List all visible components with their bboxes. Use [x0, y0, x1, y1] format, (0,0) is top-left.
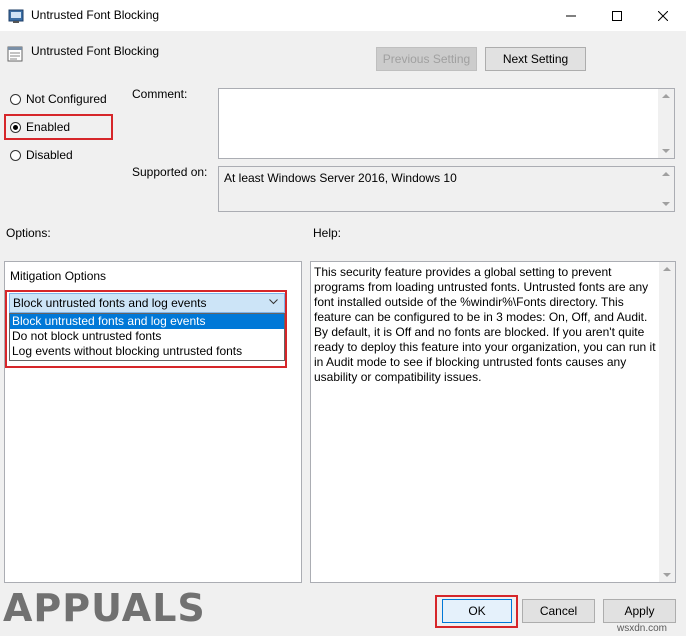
cancel-button[interactable]: Cancel	[522, 599, 595, 623]
previous-setting-button[interactable]: Previous Setting	[376, 47, 477, 71]
help-text: This security feature provides a global …	[314, 265, 656, 384]
site-watermark: wsxdn.com	[617, 623, 668, 634]
scroll-down-icon[interactable]	[662, 202, 670, 206]
comment-label: Comment:	[132, 87, 188, 101]
close-button[interactable]	[640, 0, 686, 31]
next-setting-button[interactable]: Next Setting	[485, 47, 586, 71]
dropdown-option[interactable]: Block untrusted fonts and log events	[10, 314, 284, 329]
comment-textbox[interactable]	[218, 88, 675, 159]
help-label: Help:	[313, 226, 342, 240]
scroll-down-icon[interactable]	[663, 573, 671, 577]
minimize-button[interactable]	[548, 0, 594, 31]
maximize-icon	[612, 10, 622, 21]
options-label: Options:	[6, 226, 51, 240]
mitigation-options-label: Mitigation Options	[10, 269, 107, 283]
dropdown-option[interactable]: Log events without blocking untrusted fo…	[10, 344, 284, 359]
comment-scrollbar[interactable]	[658, 89, 674, 158]
radio-enabled[interactable]: Enabled	[10, 119, 70, 135]
scroll-up-icon[interactable]	[662, 94, 670, 98]
appuals-watermark: APPUALS	[3, 586, 206, 630]
radio-disabled[interactable]: Disabled	[10, 147, 73, 163]
help-scrollbar[interactable]	[659, 262, 675, 582]
radio-label: Enabled	[26, 120, 71, 134]
radio-button[interactable]	[10, 121, 21, 133]
maximize-button[interactable]	[594, 0, 640, 31]
mitigation-options-select[interactable]: Block untrusted fonts and log events	[9, 293, 285, 313]
mitigation-options-list: Block untrusted fonts and log events Do …	[9, 313, 285, 361]
apply-button[interactable]: Apply	[603, 599, 676, 623]
policy-header-title: Untrusted Font Blocking	[31, 44, 160, 58]
selected-option: Block untrusted fonts and log events	[13, 296, 207, 310]
dropdown-option[interactable]: Do not block untrusted fonts	[10, 329, 284, 344]
supported-on-value: At least Windows Server 2016, Windows 10	[224, 171, 457, 185]
ok-button[interactable]: OK	[442, 599, 512, 623]
minimize-icon	[566, 15, 576, 16]
window-title: Untrusted Font Blocking	[31, 8, 160, 22]
close-icon	[658, 10, 668, 21]
supported-scrollbar[interactable]	[658, 167, 674, 211]
policy-app-icon	[8, 8, 24, 24]
radio-label: Disabled	[26, 148, 73, 162]
scroll-up-icon[interactable]	[662, 172, 670, 176]
supported-on-box: At least Windows Server 2016, Windows 10	[218, 166, 675, 212]
radio-button[interactable]	[10, 149, 21, 161]
supported-on-label: Supported on:	[132, 165, 208, 179]
radio-label: Not Configured	[26, 92, 107, 106]
chevron-down-icon	[269, 299, 278, 305]
scroll-down-icon[interactable]	[662, 149, 670, 153]
scroll-up-icon[interactable]	[663, 267, 671, 271]
policy-setting-icon	[7, 46, 23, 62]
radio-not-configured[interactable]: Not Configured	[10, 91, 107, 107]
radio-button[interactable]	[10, 93, 21, 105]
